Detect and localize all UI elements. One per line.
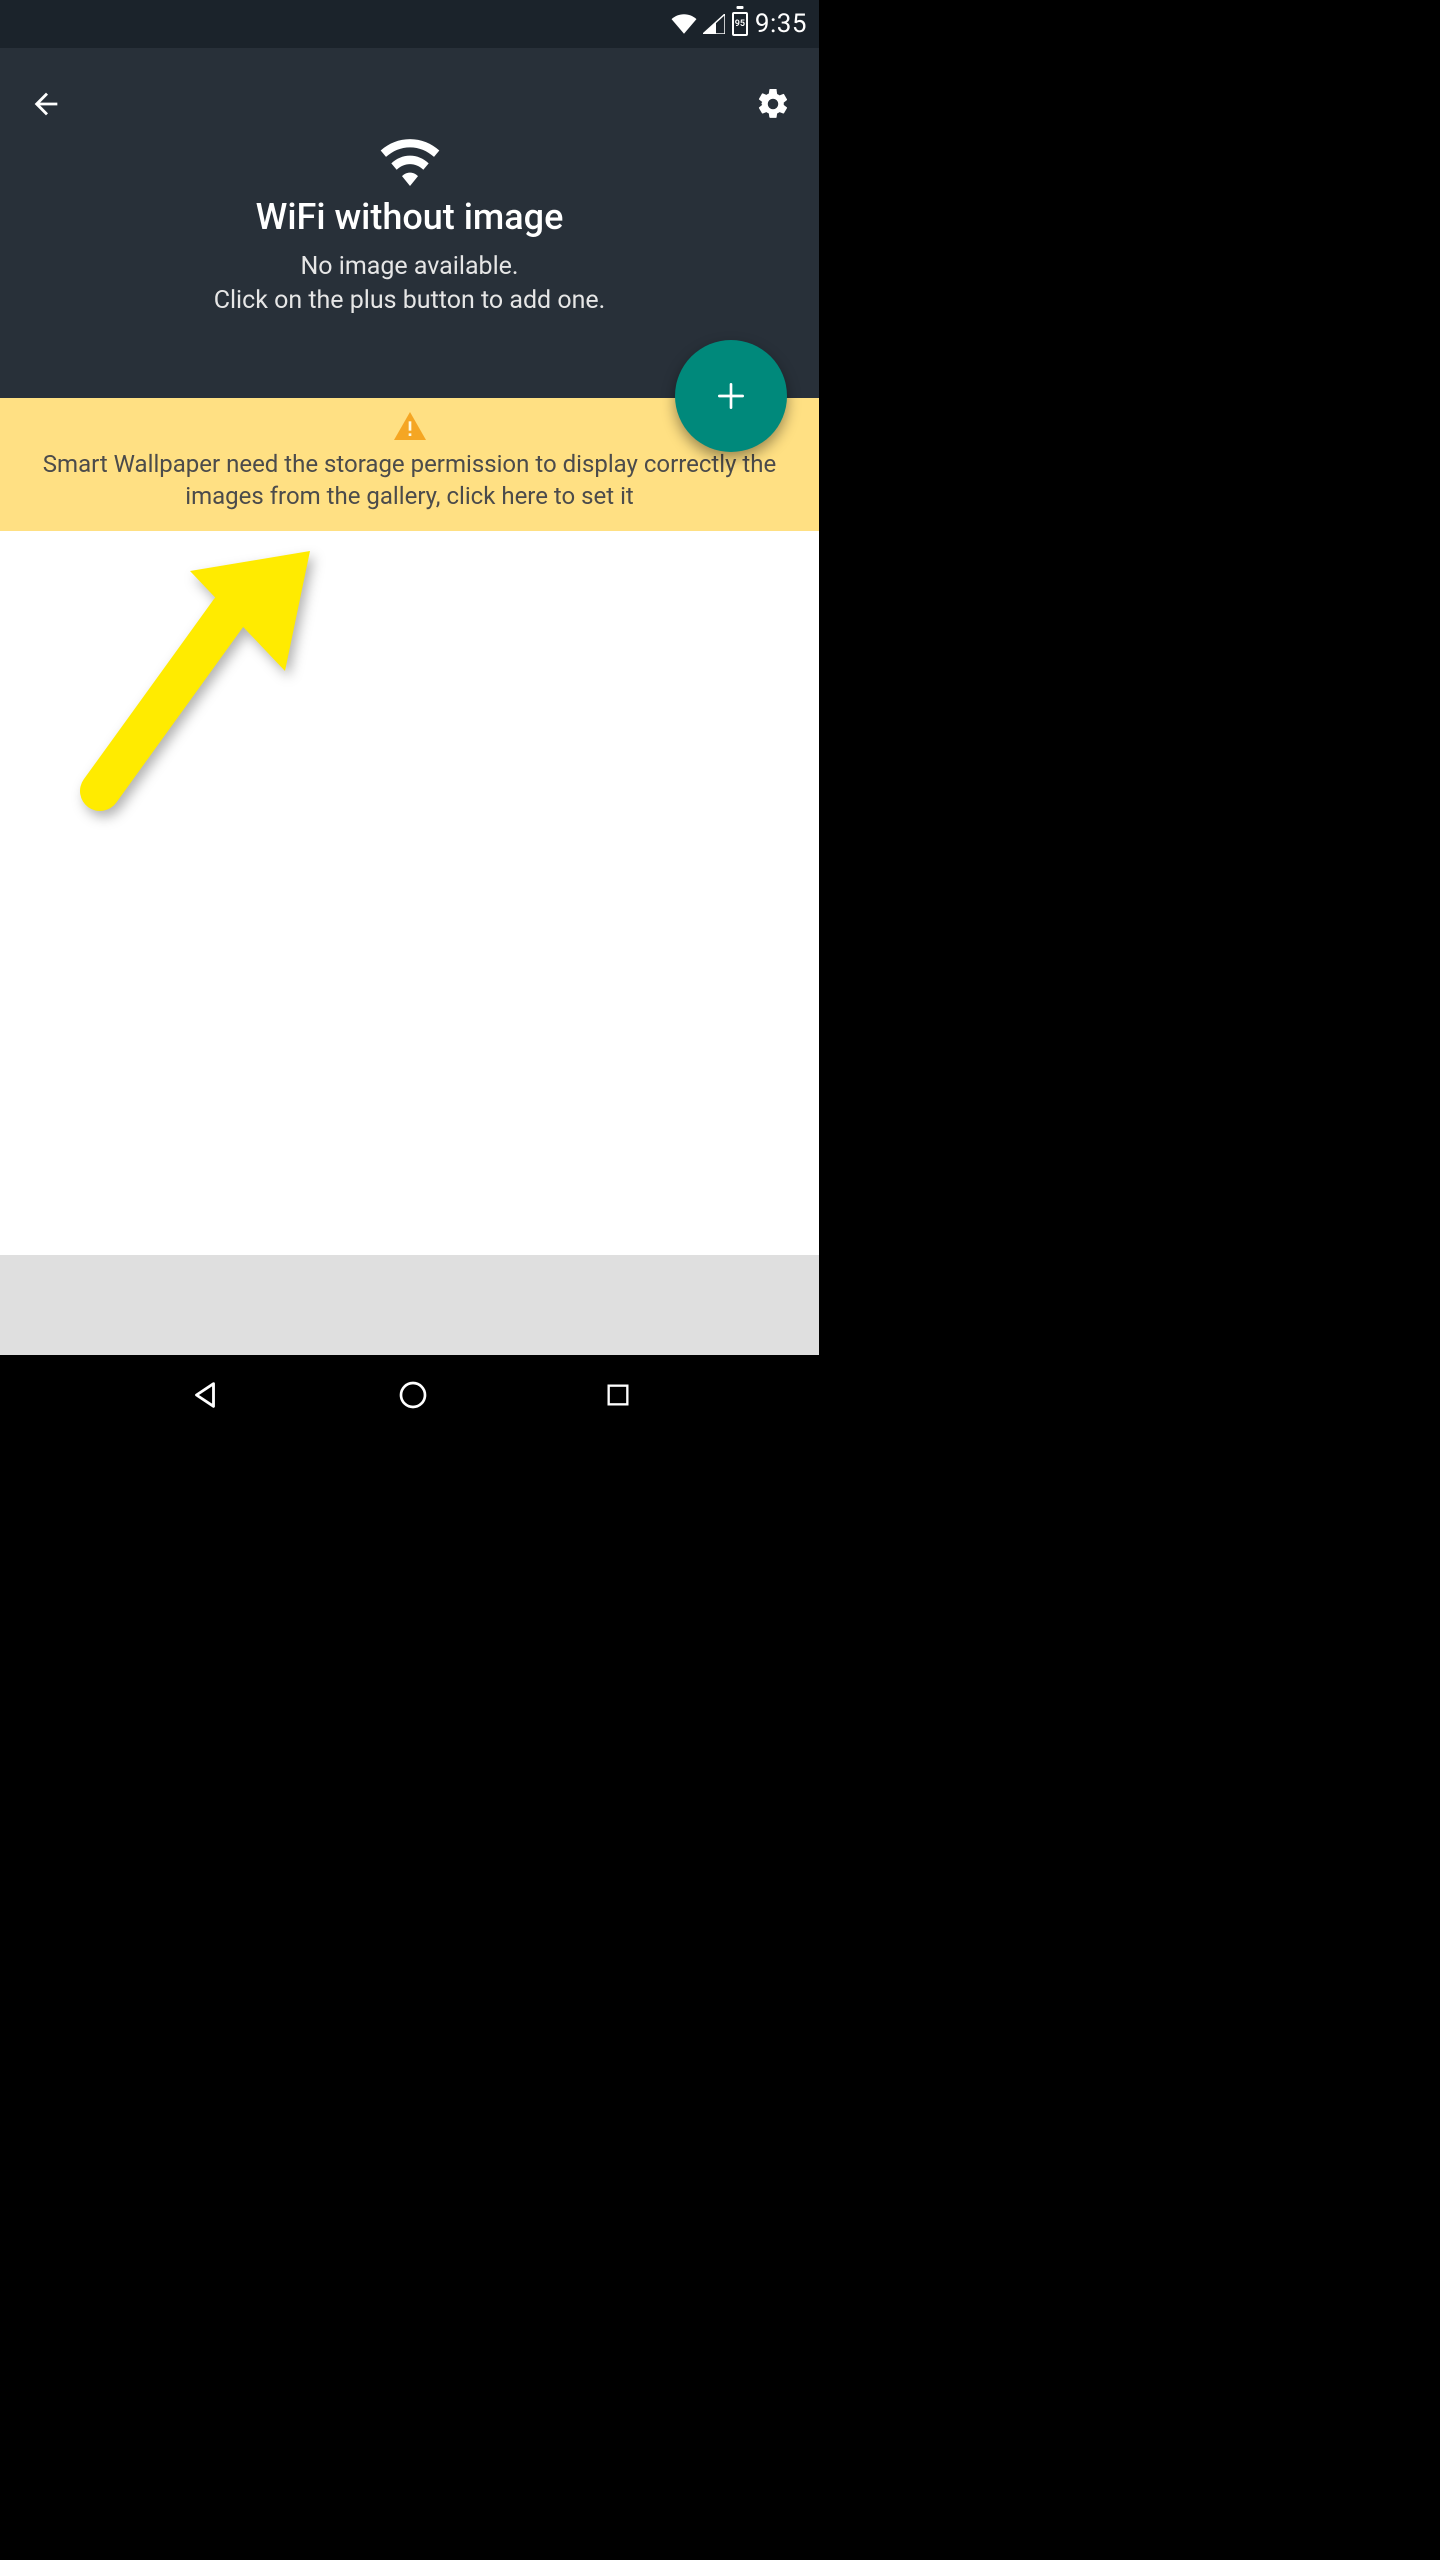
status-bar: 95 9:35 bbox=[0, 0, 819, 48]
wifi-status-icon bbox=[671, 14, 697, 34]
ad-banner-placeholder bbox=[0, 1255, 819, 1355]
nav-recent-icon bbox=[604, 1381, 632, 1409]
page-subtitle: No image available. Click on the plus bu… bbox=[214, 250, 606, 318]
system-nav-bar bbox=[0, 1355, 819, 1435]
battery-icon: 95 bbox=[731, 10, 749, 38]
nav-home-icon bbox=[397, 1379, 429, 1411]
back-button[interactable] bbox=[22, 80, 70, 128]
wifi-icon bbox=[378, 138, 442, 190]
back-arrow-icon bbox=[29, 87, 63, 121]
status-time: 9:35 bbox=[755, 9, 807, 39]
nav-recent-button[interactable] bbox=[604, 1381, 632, 1409]
nav-back-button[interactable] bbox=[188, 1378, 222, 1412]
nav-back-icon bbox=[188, 1378, 222, 1412]
cell-signal-icon bbox=[703, 14, 725, 34]
settings-button[interactable] bbox=[749, 80, 797, 128]
gear-icon bbox=[755, 86, 791, 122]
tutorial-arrow-icon bbox=[60, 531, 340, 821]
permission-banner-text: Smart Wallpaper need the storage permiss… bbox=[18, 448, 801, 513]
page-title: WiFi without image bbox=[256, 196, 564, 238]
plus-icon bbox=[711, 376, 751, 416]
warning-icon bbox=[394, 412, 426, 444]
content-area bbox=[0, 531, 819, 1255]
add-image-fab[interactable] bbox=[675, 340, 787, 452]
header-panel: WiFi without image No image available. C… bbox=[0, 48, 819, 398]
battery-level: 95 bbox=[735, 20, 745, 29]
nav-home-button[interactable] bbox=[397, 1379, 429, 1411]
